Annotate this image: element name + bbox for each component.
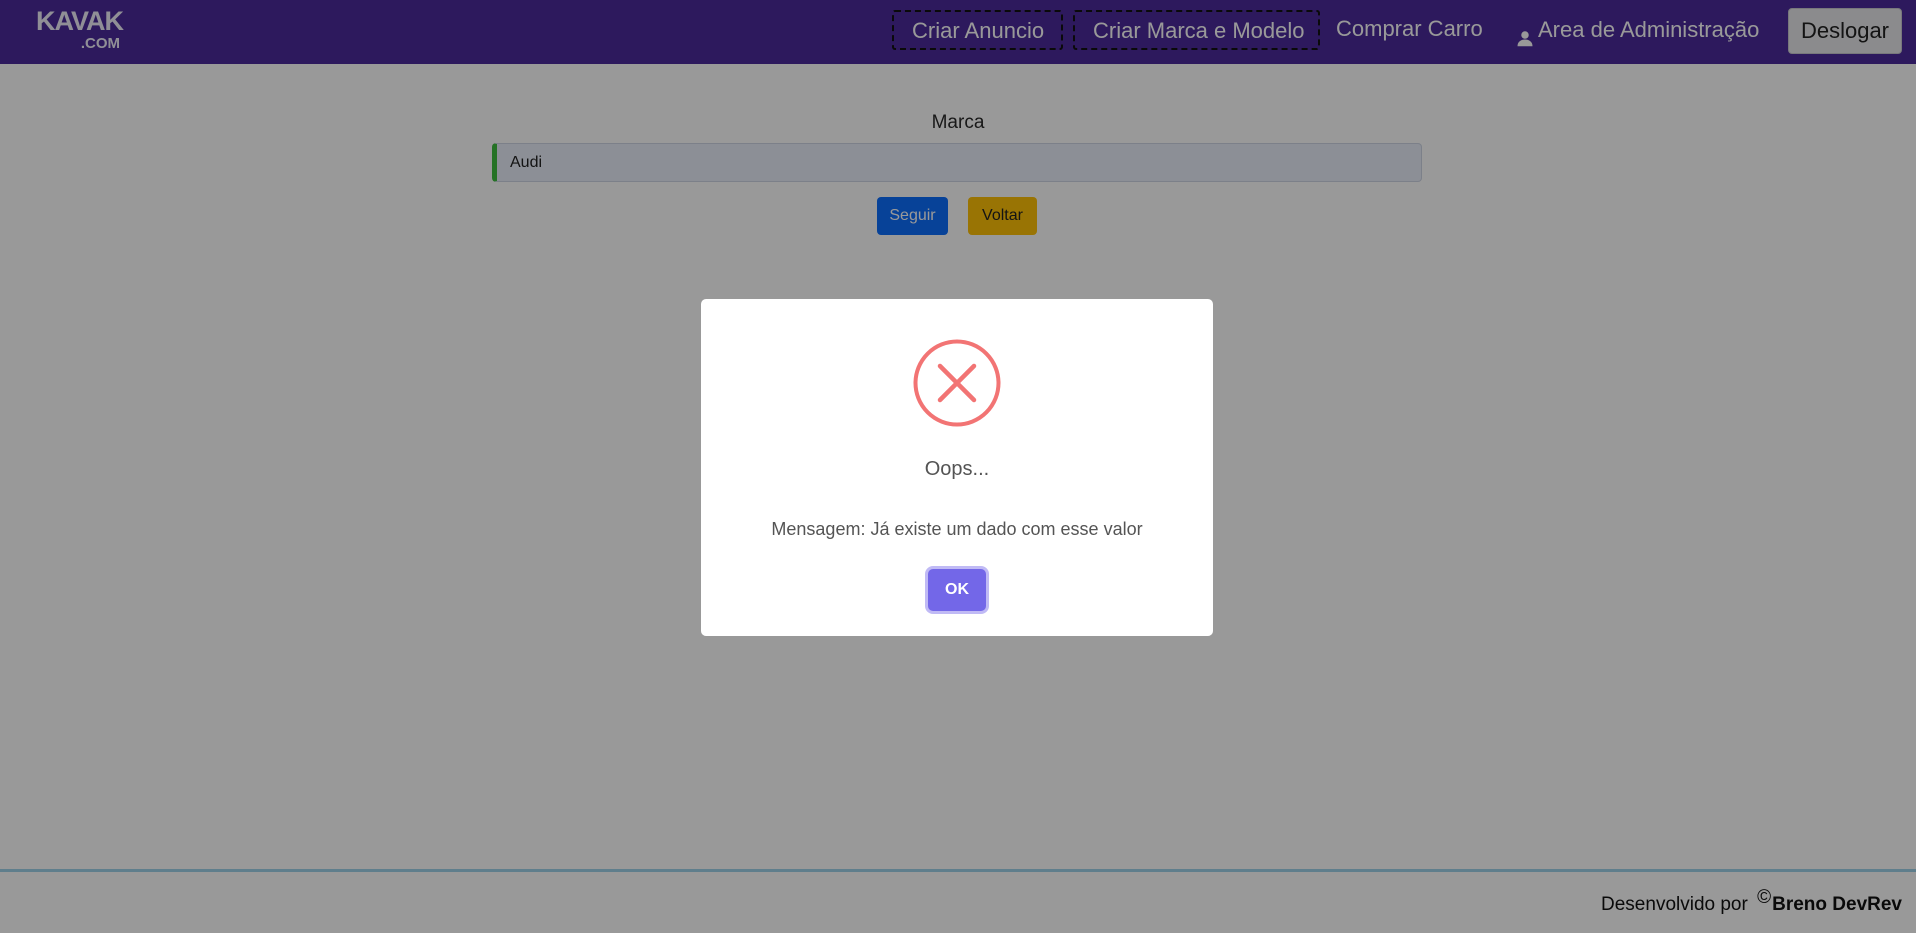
ok-button[interactable]: OK — [928, 569, 986, 611]
alert-message: Mensagem: Já existe um dado com esse val… — [771, 519, 1143, 539]
error-x-icon — [913, 339, 1001, 427]
error-alert-dialog: Oops... Mensagem: Já existe um dado com … — [701, 299, 1213, 636]
alert-title: Oops... — [924, 458, 990, 480]
modal-backdrop[interactable]: Oops... Mensagem: Já existe um dado com … — [0, 0, 1916, 933]
